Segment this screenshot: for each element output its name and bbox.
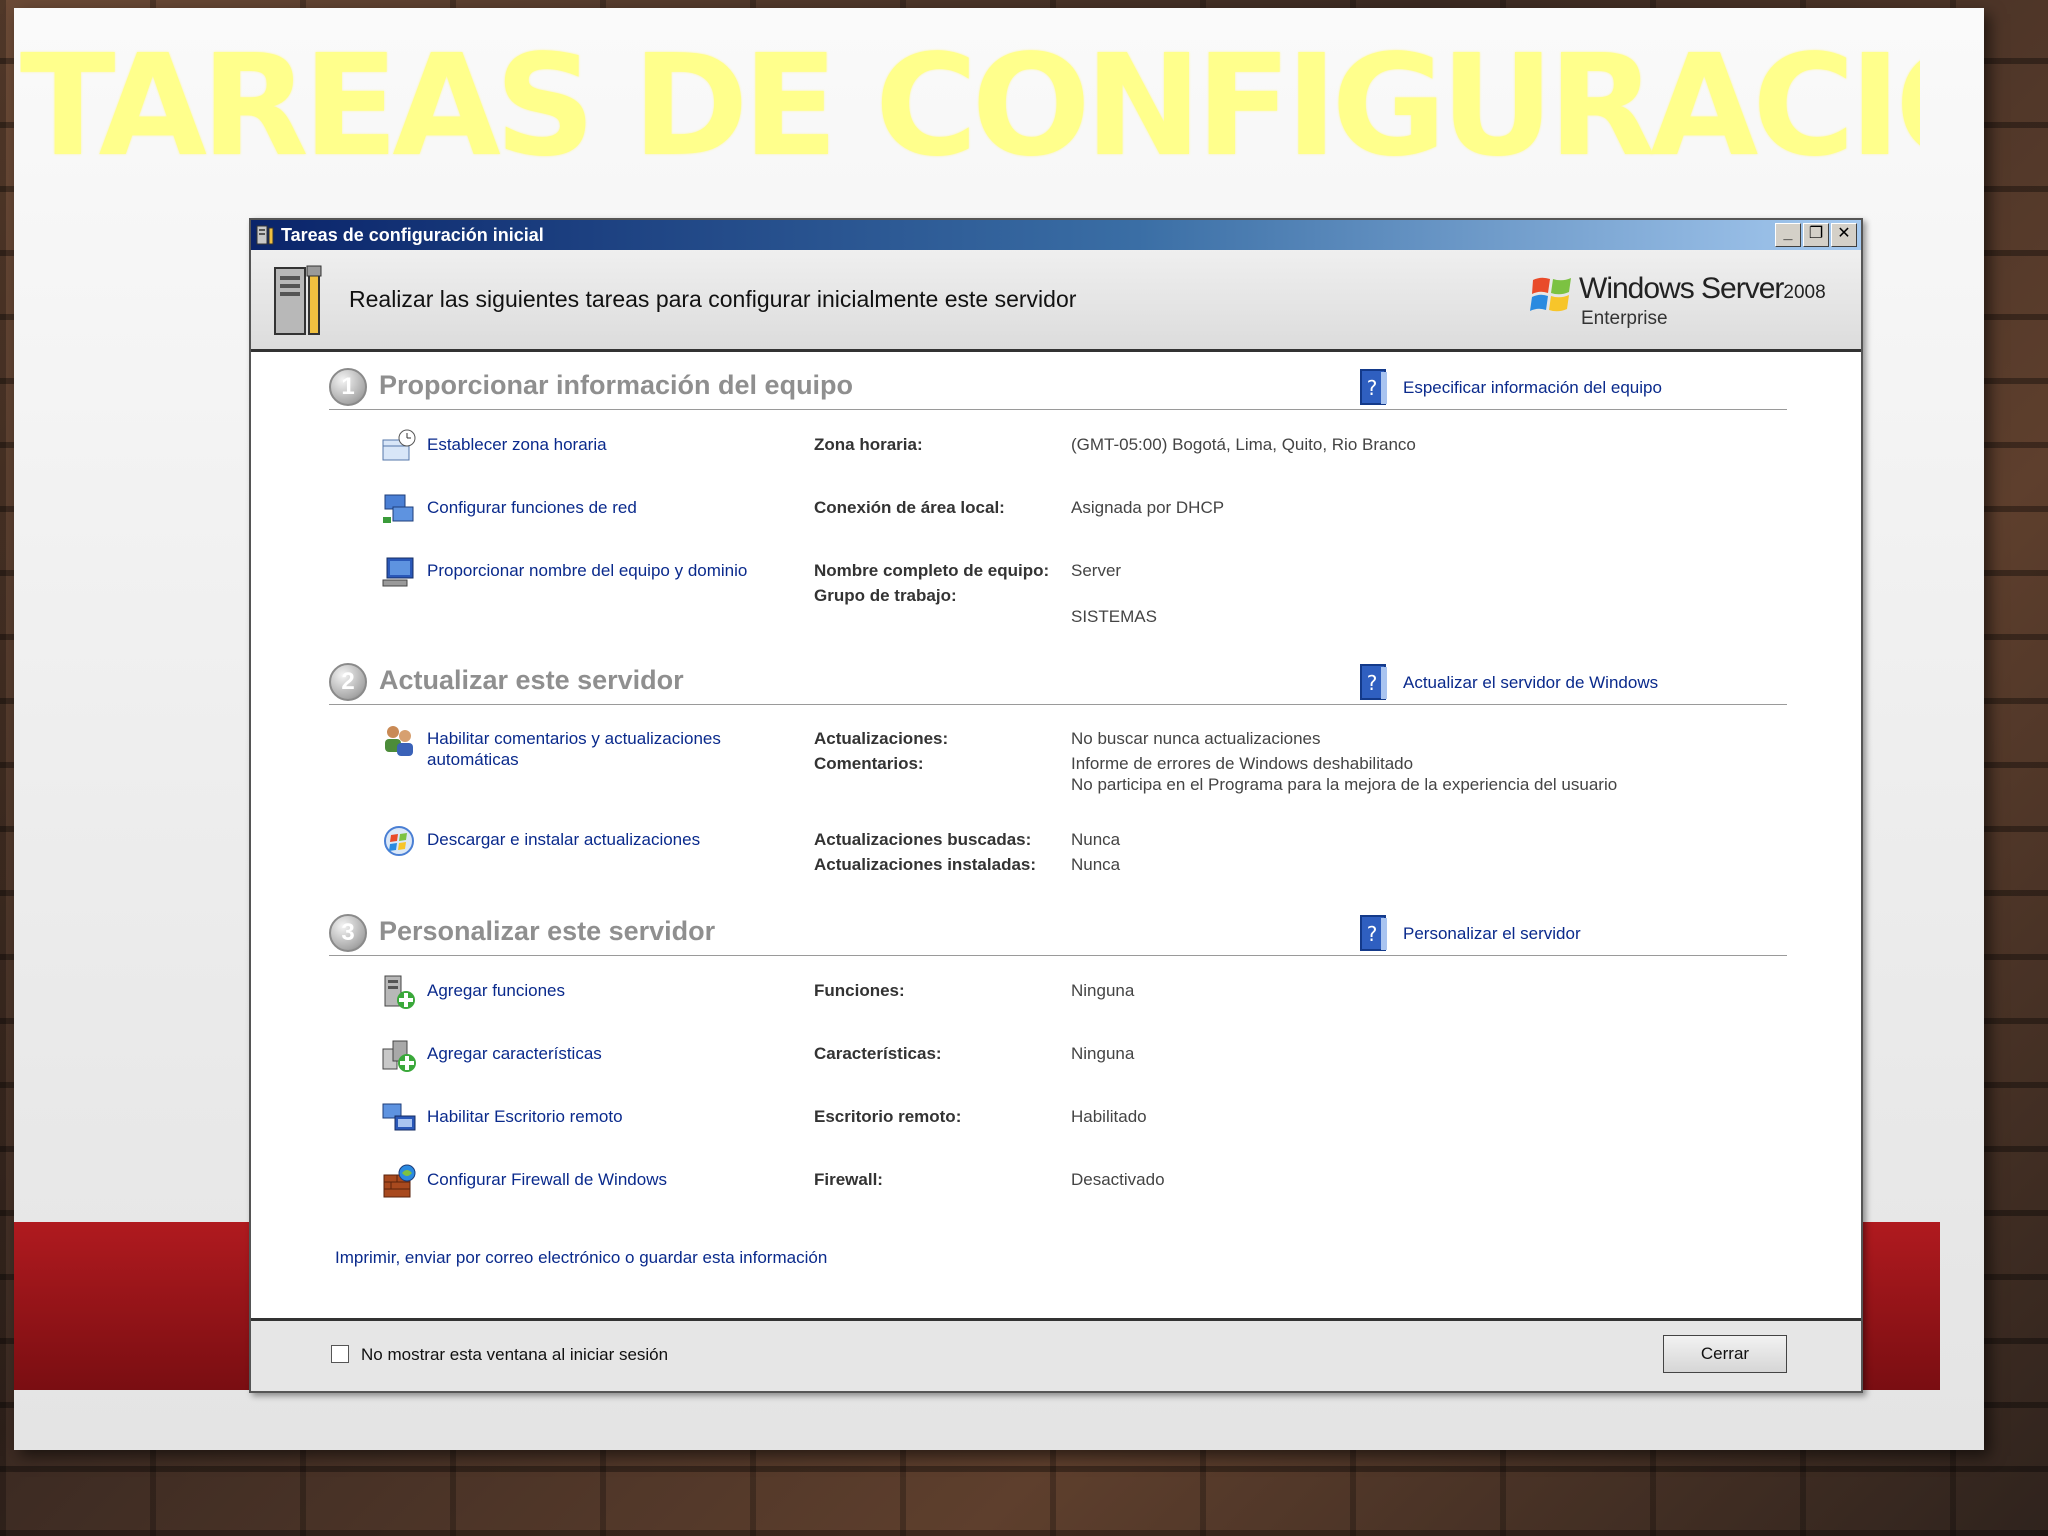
restore-button[interactable]: ❐ bbox=[1803, 223, 1829, 247]
prop-label: Características: bbox=[814, 1044, 942, 1063]
brand-year: 2008 bbox=[1783, 282, 1826, 303]
prop-value: Asignada por DHCP bbox=[1071, 498, 1225, 517]
windows-update-icon bbox=[384, 826, 414, 856]
prop-value: Habilitado bbox=[1071, 1107, 1147, 1126]
task-link-add-features[interactable]: Agregar características bbox=[427, 1043, 767, 1064]
slide-title: TAREAS DE CONFIGURACIÓN INICIAL bbox=[20, 32, 1920, 182]
prop-label: Actualizaciones: bbox=[814, 729, 949, 748]
prop-value: Nunca bbox=[1071, 830, 1121, 849]
add-roles-icon bbox=[384, 975, 415, 1009]
window-title: Tareas de configuración inicial bbox=[281, 225, 544, 245]
minimize-button[interactable]: _ bbox=[1775, 223, 1801, 247]
svg-text:?: ? bbox=[1367, 671, 1378, 695]
brand-edition: Enterprise bbox=[1581, 308, 1668, 329]
window-footer: No mostrar esta ventana al iniciar sesió… bbox=[251, 1318, 1861, 1391]
brand-name: Windows Server bbox=[1579, 272, 1784, 305]
prop-label: Actualizaciones instaladas: bbox=[814, 855, 1037, 874]
header-instruction: Realizar las siguientes tareas para conf… bbox=[349, 286, 1077, 312]
dont-show-checkbox[interactable] bbox=[331, 1345, 349, 1363]
prop-label: Firewall: bbox=[814, 1170, 883, 1189]
svg-text:?: ? bbox=[1367, 922, 1378, 946]
prop-value: SISTEMAS bbox=[1071, 607, 1157, 626]
section-title: Actualizar este servidor bbox=[379, 665, 684, 695]
task-link-computer-name[interactable]: Proporcionar nombre del equipo y dominio bbox=[427, 560, 767, 581]
task-link-download-updates[interactable]: Descargar e instalar actualizaciones bbox=[427, 829, 767, 850]
section-title: Proporcionar información del equipo bbox=[379, 370, 854, 400]
prop-label: Nombre completo de equipo: bbox=[814, 561, 1050, 580]
section-update-server: 2 Actualizar este servidor ? Actualizar … bbox=[329, 661, 1787, 705]
help-link-text[interactable]: Actualizar el servidor de Windows bbox=[1403, 673, 1658, 693]
print-email-save-link[interactable]: Imprimir, enviar por correo electrónico … bbox=[335, 1248, 827, 1268]
task-link-network[interactable]: Configurar funciones de red bbox=[427, 497, 767, 518]
network-icon bbox=[383, 494, 414, 523]
server-tools-icon bbox=[274, 265, 322, 335]
prop-value: Nunca bbox=[1071, 855, 1121, 874]
section-title: Personalizar este servidor bbox=[379, 916, 716, 946]
prop-value: No participa en el Programa para la mejo… bbox=[1071, 775, 1618, 794]
window-header: Realizar las siguientes tareas para conf… bbox=[251, 250, 1861, 352]
prop-value: (GMT-05:00) Bogotá, Lima, Quito, Rio Bra… bbox=[1071, 435, 1416, 454]
prop-label: Escritorio remoto: bbox=[814, 1107, 962, 1126]
window-titlebar[interactable]: Tareas de configuración inicial _ ❐ ✕ bbox=[251, 220, 1861, 250]
task-link-time-zone[interactable]: Establecer zona horaria bbox=[427, 434, 767, 455]
close-window-button[interactable]: ✕ bbox=[1831, 223, 1857, 247]
prop-label: Comentarios: bbox=[814, 754, 924, 773]
help-book-icon: ? bbox=[1360, 664, 1387, 700]
prop-value: Ninguna bbox=[1071, 981, 1135, 1000]
initial-config-window: Tareas de configuración inicial _ ❐ ✕ Re… bbox=[249, 218, 1863, 1393]
prop-value: Ninguna bbox=[1071, 1044, 1135, 1063]
task-link-auto-updates[interactable]: Habilitar comentarios y actualizaciones … bbox=[427, 728, 767, 770]
step-number: 1 bbox=[329, 368, 367, 406]
section-computer-info: 1 Proporcionar información del equipo ? … bbox=[329, 366, 1787, 410]
clock-calendar-icon bbox=[382, 429, 416, 461]
prop-value: Server bbox=[1071, 561, 1122, 580]
prop-value: Desactivado bbox=[1071, 1170, 1165, 1189]
add-features-icon bbox=[382, 1040, 416, 1072]
help-link-text[interactable]: Personalizar el servidor bbox=[1403, 924, 1581, 944]
prop-label: Funciones: bbox=[814, 981, 905, 1000]
step-number: 3 bbox=[329, 914, 367, 952]
firewall-icon bbox=[383, 1164, 416, 1198]
close-button[interactable]: Cerrar bbox=[1663, 1335, 1787, 1373]
server-config-icon bbox=[256, 225, 274, 245]
windows-server-brand: Windows Server2008 Enterprise bbox=[1529, 268, 1839, 338]
task-link-add-roles[interactable]: Agregar funciones bbox=[427, 980, 767, 1001]
svg-text:?: ? bbox=[1367, 376, 1378, 400]
help-book-icon: ? bbox=[1360, 915, 1387, 951]
prop-label: Actualizaciones buscadas: bbox=[814, 830, 1032, 849]
task-link-remote-desktop[interactable]: Habilitar Escritorio remoto bbox=[427, 1106, 767, 1127]
prop-value: No buscar nunca actualizaciones bbox=[1071, 729, 1321, 748]
users-icon bbox=[385, 726, 413, 756]
prop-value: Informe de errores de Windows deshabilit… bbox=[1071, 754, 1414, 773]
help-link-text[interactable]: Especificar información del equipo bbox=[1403, 378, 1662, 398]
computer-monitor-icon bbox=[382, 557, 414, 587]
windows-flag-icon bbox=[1530, 277, 1571, 312]
dont-show-label[interactable]: No mostrar esta ventana al iniciar sesió… bbox=[361, 1345, 668, 1365]
prop-label: Zona horaria: bbox=[814, 435, 923, 454]
prop-label: Grupo de trabajo: bbox=[814, 586, 957, 605]
step-number: 2 bbox=[329, 663, 367, 701]
remote-desktop-icon bbox=[382, 1103, 416, 1131]
help-book-icon: ? bbox=[1360, 369, 1387, 405]
window-controls: _ ❐ ✕ bbox=[1775, 223, 1857, 247]
prop-label: Conexión de área local: bbox=[814, 498, 1005, 517]
section-customize-server: 3 Personalizar este servidor ? Personali… bbox=[329, 912, 1787, 956]
task-link-firewall[interactable]: Configurar Firewall de Windows bbox=[427, 1169, 767, 1190]
